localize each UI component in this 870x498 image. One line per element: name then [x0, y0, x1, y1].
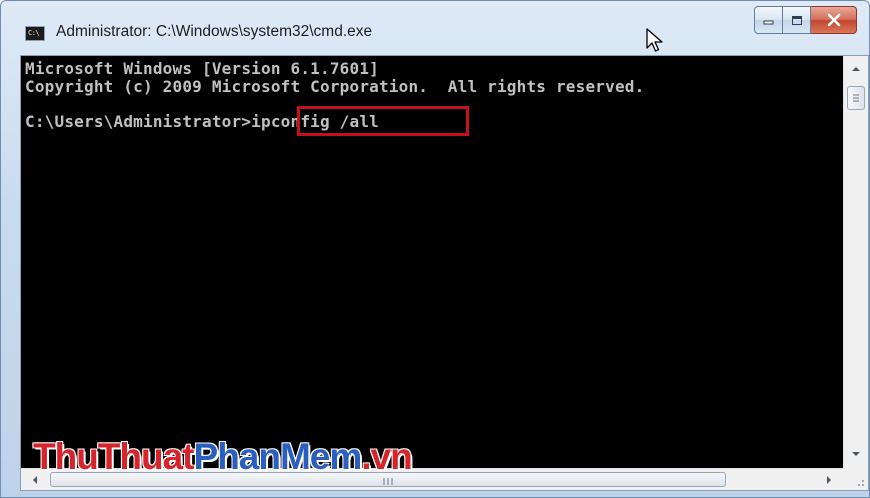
- watermark-part-3: .vn: [361, 436, 412, 477]
- command-highlight-box: [297, 106, 469, 136]
- window-controls: [754, 6, 857, 34]
- resize-grip-icon: [858, 480, 864, 486]
- maximize-icon: [791, 15, 802, 25]
- minimize-icon: [763, 20, 773, 25]
- close-button[interactable]: [811, 6, 857, 34]
- vertical-scroll-thumb[interactable]: [847, 86, 865, 110]
- watermark-part-2: PhanMem: [193, 436, 363, 477]
- scroll-right-button[interactable]: [819, 470, 839, 490]
- console-output[interactable]: Microsoft Windows [Version 6.1.7601] Cop…: [21, 56, 843, 468]
- console-line-copyright: Copyright (c) 2009 Microsoft Corporation…: [25, 77, 645, 96]
- console-frame: Microsoft Windows [Version 6.1.7601] Cop…: [20, 55, 869, 491]
- arrow-right-icon: [827, 476, 831, 484]
- mouse-cursor-icon: [646, 28, 663, 52]
- maximize-button[interactable]: [783, 6, 811, 34]
- close-icon: [827, 13, 840, 27]
- console-line-version: Microsoft Windows [Version 6.1.7601]: [25, 59, 379, 78]
- cmd-app-icon[interactable]: C:\: [25, 26, 45, 41]
- minimize-button[interactable]: [754, 6, 783, 34]
- title-bar[interactable]: C:\ Administrator: C:\Windows\system32\c…: [1, 1, 869, 55]
- scroll-down-button[interactable]: [846, 444, 866, 464]
- watermark-logo: ThuThuatPhanMem.vn: [33, 436, 413, 477]
- scroll-up-button[interactable]: [846, 59, 866, 79]
- vertical-scrollbar[interactable]: [843, 56, 868, 468]
- window-title: Administrator: C:\Windows\system32\cmd.e…: [56, 23, 373, 40]
- resize-corner[interactable]: [843, 468, 868, 490]
- grip-icon: [853, 94, 859, 102]
- arrow-up-icon: [852, 67, 860, 71]
- watermark-part-1: ThuThuat: [33, 436, 195, 477]
- cmd-window: C:\ Administrator: C:\Windows\system32\c…: [0, 0, 870, 498]
- arrow-down-icon: [852, 452, 860, 456]
